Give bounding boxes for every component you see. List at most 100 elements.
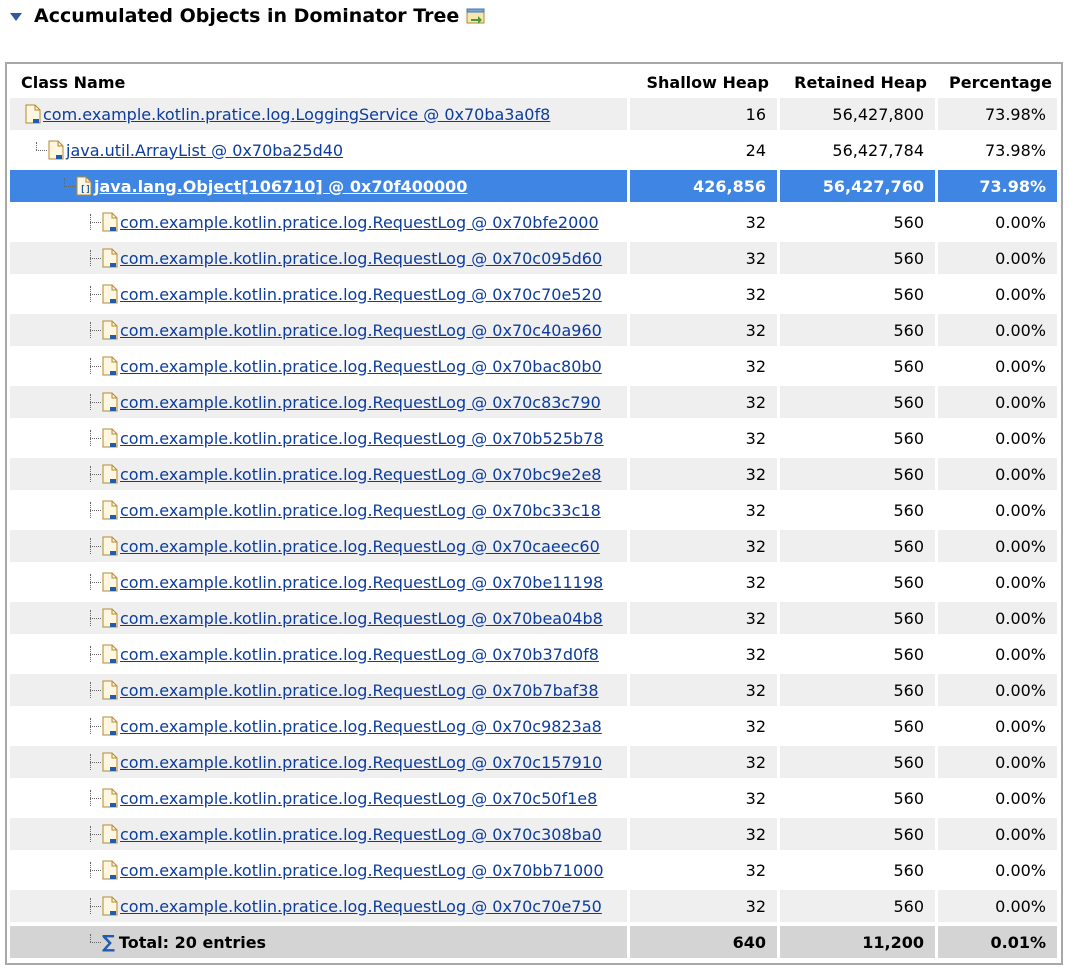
column-header-class-name[interactable]: Class Name xyxy=(10,66,630,98)
table-row-selected[interactable]: [] java.lang.Object[106710] @ 0x70f40000… xyxy=(10,170,1060,206)
object-link[interactable]: com.example.kotlin.pratice.log.RequestLo… xyxy=(120,681,599,700)
object-link[interactable]: com.example.kotlin.pratice.log.RequestLo… xyxy=(120,537,600,556)
object-link[interactable]: com.example.kotlin.pratice.log.RequestLo… xyxy=(120,825,602,844)
table-row[interactable]: com.example.kotlin.pratice.log.RequestLo… xyxy=(10,674,1060,710)
retained-heap-value: 560 xyxy=(780,350,938,386)
object-link[interactable]: com.example.kotlin.pratice.log.RequestLo… xyxy=(120,357,602,376)
object-link[interactable]: com.example.kotlin.pratice.log.LoggingSe… xyxy=(43,105,550,124)
shallow-heap-value: 32 xyxy=(630,458,780,494)
column-header-retained-heap[interactable]: Retained Heap xyxy=(780,66,938,98)
percentage-value: 0.00% xyxy=(938,782,1060,818)
table-row[interactable]: com.example.kotlin.pratice.log.RequestLo… xyxy=(10,206,1060,242)
object-link[interactable]: com.example.kotlin.pratice.log.RequestLo… xyxy=(120,321,602,340)
table-row[interactable]: java.util.ArrayList @ 0x70ba25d40 24 56,… xyxy=(10,134,1060,170)
tree-connector xyxy=(86,358,102,374)
percentage-value: 0.00% xyxy=(938,206,1060,242)
table-row[interactable]: com.example.kotlin.pratice.log.RequestLo… xyxy=(10,242,1060,278)
retained-heap-value: 560 xyxy=(780,422,938,458)
table-row[interactable]: com.example.kotlin.pratice.log.RequestLo… xyxy=(10,890,1060,926)
table-row[interactable]: com.example.kotlin.pratice.log.RequestLo… xyxy=(10,566,1060,602)
tree-connector xyxy=(86,286,102,302)
object-link[interactable]: com.example.kotlin.pratice.log.RequestLo… xyxy=(120,285,602,304)
table-row[interactable]: com.example.kotlin.pratice.log.RequestLo… xyxy=(10,422,1060,458)
tree-connector xyxy=(86,250,102,266)
object-link[interactable]: com.example.kotlin.pratice.log.RequestLo… xyxy=(120,429,604,448)
retained-heap-value: 560 xyxy=(780,458,938,494)
shallow-heap-value: 32 xyxy=(630,422,780,458)
percentage-value: 0.00% xyxy=(938,818,1060,854)
table-row[interactable]: com.example.kotlin.pratice.log.RequestLo… xyxy=(10,494,1060,530)
table-row[interactable]: com.example.kotlin.pratice.log.LoggingSe… xyxy=(10,98,1060,134)
object-link[interactable]: java.lang.Object[106710] @ 0x70f400000 xyxy=(94,177,467,196)
table-row[interactable]: com.example.kotlin.pratice.log.RequestLo… xyxy=(10,278,1060,314)
object-link[interactable]: com.example.kotlin.pratice.log.RequestLo… xyxy=(120,645,599,664)
table-row[interactable]: com.example.kotlin.pratice.log.RequestLo… xyxy=(10,386,1060,422)
object-icon xyxy=(102,428,118,448)
percentage-value: 0.00% xyxy=(938,458,1060,494)
column-header-shallow-heap[interactable]: Shallow Heap xyxy=(630,66,780,98)
retained-heap-value: 560 xyxy=(780,710,938,746)
object-icon xyxy=(102,392,118,412)
percentage-value: 73.98% xyxy=(938,170,1060,206)
object-link[interactable]: com.example.kotlin.pratice.log.RequestLo… xyxy=(120,213,599,232)
table-row[interactable]: com.example.kotlin.pratice.log.RequestLo… xyxy=(10,818,1060,854)
table-row[interactable]: com.example.kotlin.pratice.log.RequestLo… xyxy=(10,710,1060,746)
object-icon xyxy=(102,716,118,736)
object-icon xyxy=(102,248,118,268)
shallow-heap-value: 32 xyxy=(630,782,780,818)
retained-heap-value: 560 xyxy=(780,638,938,674)
tree-connector xyxy=(86,862,102,878)
section-header[interactable]: Accumulated Objects in Dominator Tree xyxy=(10,4,486,28)
object-link[interactable]: com.example.kotlin.pratice.log.RequestLo… xyxy=(120,573,603,592)
percentage-value: 0.00% xyxy=(938,386,1060,422)
table-row[interactable]: com.example.kotlin.pratice.log.RequestLo… xyxy=(10,854,1060,890)
object-link[interactable]: com.example.kotlin.pratice.log.RequestLo… xyxy=(120,393,601,412)
percentage-value: 0.00% xyxy=(938,350,1060,386)
shallow-heap-value: 32 xyxy=(630,710,780,746)
object-link[interactable]: com.example.kotlin.pratice.log.RequestLo… xyxy=(120,717,602,736)
tree-connector xyxy=(86,610,102,626)
object-link[interactable]: com.example.kotlin.pratice.log.RequestLo… xyxy=(120,501,601,520)
table-row[interactable]: com.example.kotlin.pratice.log.RequestLo… xyxy=(10,638,1060,674)
tree-connector xyxy=(86,718,102,734)
retained-heap-value: 56,427,760 xyxy=(780,170,938,206)
table-row[interactable]: com.example.kotlin.pratice.log.RequestLo… xyxy=(10,314,1060,350)
shallow-heap-value: 32 xyxy=(630,242,780,278)
percentage-value: 0.00% xyxy=(938,314,1060,350)
object-icon xyxy=(102,572,118,592)
tree-connector xyxy=(86,394,102,410)
table-row[interactable]: com.example.kotlin.pratice.log.RequestLo… xyxy=(10,746,1060,782)
tree-connector xyxy=(60,178,76,194)
object-link[interactable]: com.example.kotlin.pratice.log.RequestLo… xyxy=(120,861,604,880)
percentage-value: 0.00% xyxy=(938,674,1060,710)
triangle-down-icon[interactable] xyxy=(10,13,22,21)
tree-connector xyxy=(86,466,102,482)
table-row[interactable]: com.example.kotlin.pratice.log.RequestLo… xyxy=(10,602,1060,638)
table-row[interactable]: com.example.kotlin.pratice.log.RequestLo… xyxy=(10,350,1060,386)
percentage-value: 73.98% xyxy=(938,134,1060,170)
object-link[interactable]: com.example.kotlin.pratice.log.RequestLo… xyxy=(120,609,603,628)
retained-heap-value: 560 xyxy=(780,494,938,530)
total-shallow-heap: 640 xyxy=(630,926,780,962)
retained-heap-value: 560 xyxy=(780,566,938,602)
tree-connector xyxy=(86,754,102,770)
object-link[interactable]: java.util.ArrayList @ 0x70ba25d40 xyxy=(66,141,343,160)
object-link[interactable]: com.example.kotlin.pratice.log.RequestLo… xyxy=(120,465,601,484)
object-link[interactable]: com.example.kotlin.pratice.log.RequestLo… xyxy=(120,753,602,772)
table-row[interactable]: com.example.kotlin.pratice.log.RequestLo… xyxy=(10,530,1060,566)
object-link[interactable]: com.example.kotlin.pratice.log.RequestLo… xyxy=(120,789,597,808)
object-icon xyxy=(102,464,118,484)
retained-heap-value: 56,427,784 xyxy=(780,134,938,170)
export-icon[interactable] xyxy=(466,7,486,25)
table-row[interactable]: com.example.kotlin.pratice.log.RequestLo… xyxy=(10,782,1060,818)
table-header-row: Class Name Shallow Heap Retained Heap Pe… xyxy=(10,66,1060,98)
total-retained-heap: 11,200 xyxy=(780,926,938,962)
table-row[interactable]: com.example.kotlin.pratice.log.RequestLo… xyxy=(10,458,1060,494)
object-link[interactable]: com.example.kotlin.pratice.log.RequestLo… xyxy=(120,249,602,268)
column-header-percentage[interactable]: Percentage xyxy=(938,66,1060,98)
retained-heap-value: 560 xyxy=(780,278,938,314)
object-icon xyxy=(102,500,118,520)
object-link[interactable]: com.example.kotlin.pratice.log.RequestLo… xyxy=(120,897,602,916)
retained-heap-value: 560 xyxy=(780,746,938,782)
shallow-heap-value: 426,856 xyxy=(630,170,780,206)
